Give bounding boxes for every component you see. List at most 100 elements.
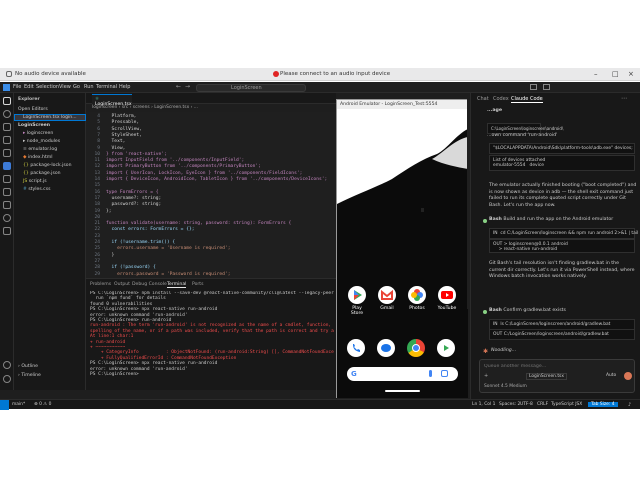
code-text: type FormErrors = { (106, 189, 159, 195)
tree-item-script-js[interactable]: JS script.js (23, 179, 47, 184)
app-youtube[interactable]: YouTube (437, 286, 457, 311)
encoding[interactable]: UTF-8 (520, 402, 533, 407)
tab-codex[interactable]: Codex (493, 96, 509, 102)
tree-item-node-modules[interactable]: ▸ node_modules (23, 139, 60, 144)
remote-explorer-icon[interactable] (3, 162, 11, 170)
line-number: 10 (94, 151, 100, 157)
adb-command: "$LOCALAPPDATA\Android\Sdk\platform-tool… (489, 143, 635, 154)
mode-selector[interactable]: Auto (606, 373, 616, 378)
extensions-icon[interactable] (3, 149, 11, 157)
menu-edit[interactable]: Edit (24, 84, 34, 90)
success-dot-icon (483, 310, 487, 314)
lens-icon[interactable] (441, 370, 448, 377)
timeline-section[interactable]: › Timeline (18, 373, 41, 378)
notifications-bell-icon[interactable]: ♪ (628, 402, 631, 408)
google-g-icon: G (351, 370, 357, 378)
bash-step-2[interactable]: Bash Confirm gradlew.bat exists (489, 308, 637, 315)
file-chip[interactable]: LoginScreen.tsx (526, 373, 567, 380)
tree-item-package-lock[interactable]: {} package-lock.json (23, 163, 72, 168)
menu-terminal[interactable]: Terminal (96, 84, 117, 90)
copilot-icon[interactable] (3, 201, 11, 209)
outline-section[interactable]: › Outline (18, 364, 38, 369)
menu-go[interactable]: Go (73, 84, 80, 90)
account-icon[interactable] (3, 361, 11, 369)
app-gmail[interactable]: Gmail (377, 286, 397, 311)
phone-dock-icon[interactable] (347, 339, 365, 357)
more-actions-icon[interactable]: ⋯ (621, 95, 627, 102)
attach-icon[interactable]: + (484, 373, 488, 379)
line-number: 11 (94, 158, 100, 164)
explorer-icon[interactable] (3, 97, 11, 105)
docker-icon[interactable] (3, 188, 11, 196)
tab-terminal[interactable]: Terminal (167, 282, 187, 288)
line-number: 12 (94, 164, 100, 170)
tab-size[interactable]: Tab Size: 4 (588, 402, 618, 407)
tab-loginscreen[interactable]: ⚛ LoginScreen.tsx (92, 94, 132, 107)
tab-output[interactable]: Output (114, 282, 130, 287)
source-control-icon[interactable] (3, 123, 11, 131)
messages-dock-icon[interactable] (377, 339, 395, 357)
remote-indicator-icon[interactable] (0, 400, 9, 410)
microphone-icon (6, 71, 12, 77)
terminal-output[interactable]: PS C:\LoginScreen> npm install --save-de… (90, 291, 334, 389)
stop-button[interactable] (624, 372, 632, 380)
run-debug-icon[interactable] (3, 136, 11, 144)
menu-view[interactable]: View (59, 84, 71, 90)
layout-icon[interactable] (530, 84, 537, 90)
emulator-screen[interactable]: Play Store Gmail Photos YouTube G (337, 109, 468, 398)
notification-bar: No audio device available Please connect… (0, 68, 640, 81)
tab-debug-console[interactable]: Debug Console (132, 282, 167, 287)
git-branch[interactable]: main* (12, 402, 25, 407)
menu-selection[interactable]: Selection (36, 84, 59, 90)
app-play-store[interactable]: Play Store (347, 286, 367, 316)
panel-toggle-icon[interactable] (543, 84, 550, 90)
message-input[interactable] (484, 363, 614, 370)
camera-dock-icon[interactable] (437, 339, 455, 357)
chrome-dock-icon[interactable] (407, 339, 425, 357)
android-icon[interactable] (3, 227, 11, 235)
line-number: 9 (97, 145, 100, 151)
line-ending[interactable]: CRLF (537, 402, 548, 407)
minimize-icon[interactable]: – (594, 70, 598, 78)
tab-problems[interactable]: Problems (90, 282, 111, 287)
tree-item-index-html[interactable]: ◆ index.html (23, 155, 53, 160)
tree-item-emulator-log[interactable]: ≡ emulator.log (23, 147, 57, 152)
tab-chat[interactable]: Chat (477, 96, 489, 102)
gesture-nav-bar[interactable] (385, 390, 420, 392)
menu-run[interactable]: Run (84, 84, 94, 90)
open-editor-file[interactable]: LoginScreen.tsx login... (23, 115, 77, 120)
command-center-search[interactable]: LoginScreen (196, 84, 306, 92)
open-editors-header[interactable]: Open Editors (18, 107, 48, 112)
google-search-bar[interactable]: G (347, 367, 458, 381)
cursor-position[interactable]: Ln 1, Col 1 (472, 402, 495, 407)
language-mode[interactable]: TypeScript JSX (551, 402, 582, 407)
problems-count[interactable]: ⊗ 0 ⚠ 0 (34, 402, 51, 407)
line-number: 8 (97, 139, 100, 145)
testing-icon[interactable] (3, 175, 11, 183)
mic-icon[interactable] (429, 370, 432, 377)
tree-item-loginscreen[interactable]: ▸ loginscreen (23, 131, 53, 136)
nav-back-icon[interactable]: ← (176, 83, 181, 90)
tree-item-package-json[interactable]: {} package.json (23, 171, 61, 176)
tab-claude-code[interactable]: Claude Code (511, 96, 543, 103)
line-number: 16 (94, 189, 100, 195)
maximize-icon[interactable]: □ (612, 70, 619, 78)
indentation[interactable]: Spaces: 2 (499, 402, 520, 407)
menu-help[interactable]: Help (119, 84, 130, 90)
tab-ports[interactable]: Ports (192, 282, 204, 287)
code-editor[interactable]: 4 Platform, 5 Pressable, 6 ScrollView, 7 St… (86, 112, 336, 278)
bash-step-1[interactable]: Bash Build and run the app on the Androi… (489, 217, 637, 224)
line-number: 19 (94, 208, 100, 214)
model-selector[interactable]: Sonnet 4.5 Medium (484, 384, 527, 389)
app-photos[interactable]: Photos (407, 286, 427, 311)
bash-1-output: OUT > loginscreen@0.0.1 android > react-… (489, 239, 635, 253)
search-icon[interactable] (3, 110, 11, 118)
settings-gear-icon[interactable] (3, 375, 11, 383)
menu-file[interactable]: File (13, 84, 21, 90)
tree-item-styles-css[interactable]: # styles.css (23, 187, 51, 192)
close-icon[interactable]: × (628, 70, 634, 78)
project-folder[interactable]: LoginScreen (18, 123, 50, 128)
breadcrumb[interactable]: loginscreen › src › screens › LoginScree… (86, 104, 336, 112)
nav-forward-icon[interactable]: → (185, 83, 190, 90)
claude-icon[interactable] (3, 214, 11, 222)
